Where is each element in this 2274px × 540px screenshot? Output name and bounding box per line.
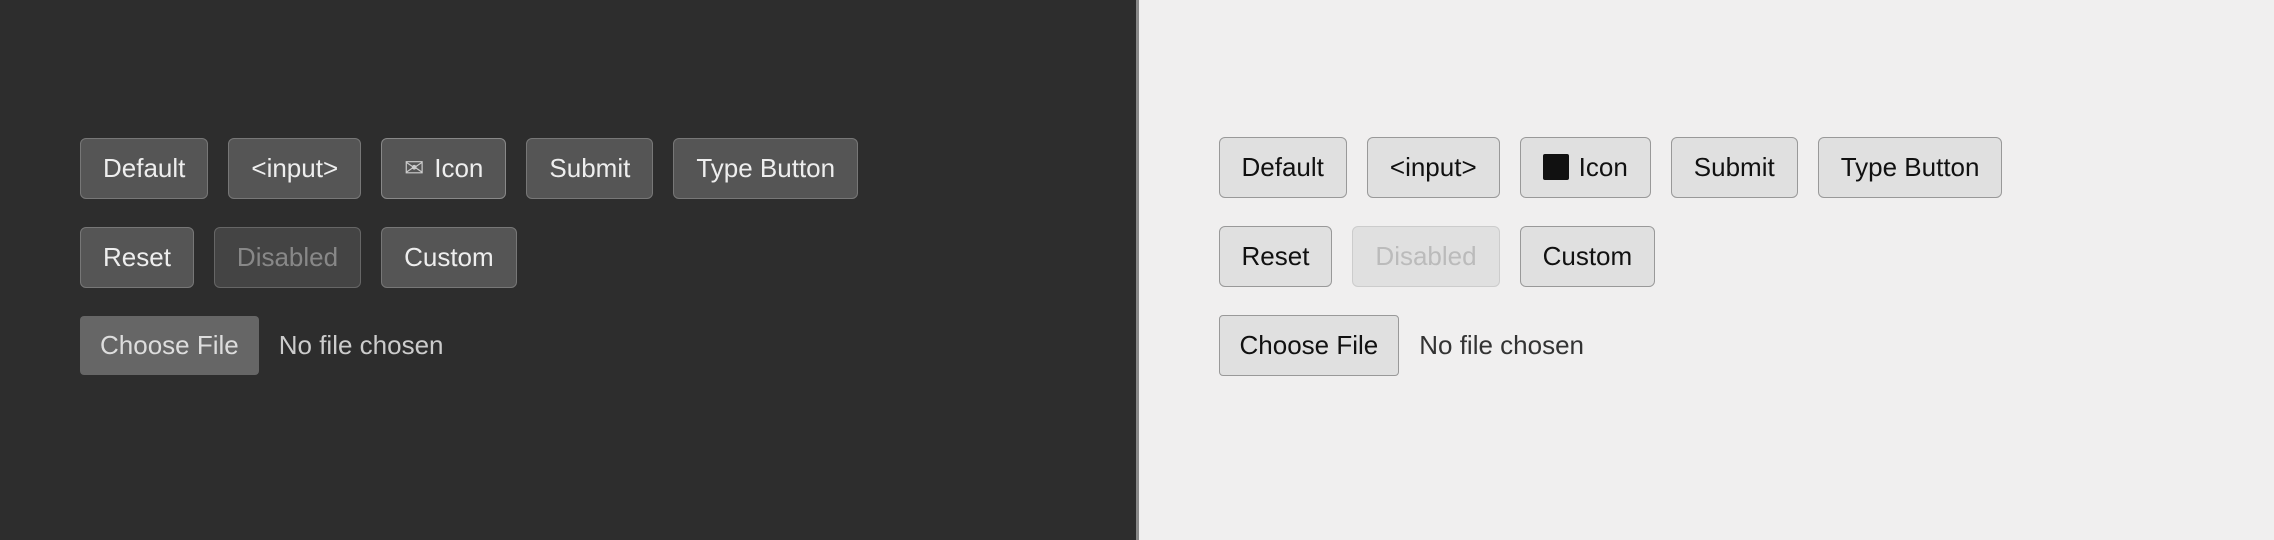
dark-row-2: Reset Disabled Custom bbox=[80, 227, 1056, 288]
dark-custom-button[interactable]: Custom bbox=[381, 227, 517, 288]
envelope-icon: ✉ bbox=[404, 154, 424, 183]
light-submit-button[interactable]: Submit bbox=[1671, 137, 1798, 198]
dark-no-file-label: No file chosen bbox=[279, 330, 444, 361]
dark-type-button-button[interactable]: Type Button bbox=[673, 138, 858, 199]
light-no-file-label: No file chosen bbox=[1419, 330, 1584, 361]
light-row-3: Choose File No file chosen bbox=[1219, 315, 2195, 376]
dark-row-3: Choose File No file chosen bbox=[80, 316, 1056, 375]
square-icon bbox=[1543, 154, 1569, 180]
light-icon-button[interactable]: Icon bbox=[1520, 137, 1651, 198]
dark-row-1: Default <input> ✉ Icon Submit Type Butto… bbox=[80, 138, 1056, 199]
light-icon-label: Icon bbox=[1579, 152, 1628, 183]
light-row-2: Reset Disabled Custom bbox=[1219, 226, 2195, 287]
dark-reset-button[interactable]: Reset bbox=[80, 227, 194, 288]
light-reset-button[interactable]: Reset bbox=[1219, 226, 1333, 287]
light-panel: Default <input> Icon Submit Type Button … bbox=[1139, 0, 2274, 540]
dark-disabled-button: Disabled bbox=[214, 227, 361, 288]
light-type-button-button[interactable]: Type Button bbox=[1818, 137, 2003, 198]
dark-panel: Default <input> ✉ Icon Submit Type Butto… bbox=[0, 0, 1136, 540]
dark-icon-button[interactable]: ✉ Icon bbox=[381, 138, 506, 199]
dark-choose-file-button[interactable]: Choose File bbox=[80, 316, 259, 375]
dark-icon-label: Icon bbox=[434, 153, 483, 184]
dark-default-button[interactable]: Default bbox=[80, 138, 208, 199]
dark-submit-button[interactable]: Submit bbox=[526, 138, 653, 199]
dark-input-button[interactable]: <input> bbox=[228, 138, 361, 199]
light-input-button[interactable]: <input> bbox=[1367, 137, 1500, 198]
light-choose-file-button[interactable]: Choose File bbox=[1219, 315, 1400, 376]
light-custom-button[interactable]: Custom bbox=[1520, 226, 1656, 287]
light-row-1: Default <input> Icon Submit Type Button bbox=[1219, 137, 2195, 198]
light-default-button[interactable]: Default bbox=[1219, 137, 1347, 198]
light-disabled-button: Disabled bbox=[1352, 226, 1499, 287]
